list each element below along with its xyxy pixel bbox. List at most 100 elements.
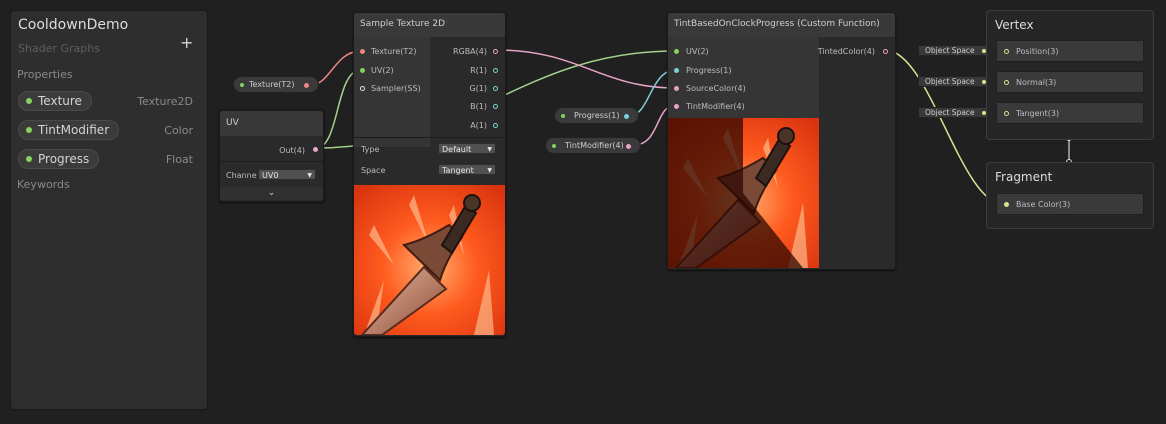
tintmodifier-property-node[interactable]: TintModifier(4) <box>545 137 641 154</box>
normal-slot[interactable]: Normal(3) <box>996 71 1144 93</box>
property-tintmodifier[interactable]: TintModifier <box>18 120 120 140</box>
input-port[interactable] <box>360 86 365 91</box>
graph-title: CooldownDemo <box>18 17 129 33</box>
property-dot-icon <box>552 143 556 148</box>
property-type: Texture2D <box>137 95 193 108</box>
properties-heading: Properties <box>17 68 73 81</box>
dropdown-value: Default <box>442 145 472 154</box>
input-port[interactable] <box>674 104 679 109</box>
property-dot-icon <box>26 127 32 133</box>
input-port[interactable] <box>360 49 365 54</box>
chip-label: Object Space <box>925 77 975 86</box>
property-type: Color <box>164 124 193 137</box>
output-port[interactable] <box>626 144 631 149</box>
dropdown-arrow-icon: ▼ <box>487 146 492 153</box>
property-name: TintModifier <box>38 123 110 137</box>
position-slot[interactable]: Position(3) <box>996 40 1144 62</box>
texture-property-node[interactable]: Texture(T2) <box>233 76 319 93</box>
output-label: B(1) <box>470 102 487 111</box>
fragment-block[interactable]: Fragment Base Color(3) <box>986 162 1154 229</box>
progress-property-node[interactable]: Progress(1) <box>554 107 639 124</box>
input-label: Sampler(SS) <box>371 84 421 93</box>
input-port[interactable] <box>1004 49 1009 54</box>
node-label: TintModifier(4) <box>565 141 624 150</box>
output-port[interactable] <box>493 123 498 128</box>
slot-label: Tangent(3) <box>1016 109 1060 118</box>
input-port[interactable] <box>1004 80 1009 85</box>
property-progress[interactable]: Progress <box>18 149 100 169</box>
tangent-slot[interactable]: Tangent(3) <box>996 102 1144 124</box>
output-label: R(1) <box>470 66 487 75</box>
wire-rgba <box>495 49 677 89</box>
output-label: G(1) <box>469 84 487 93</box>
property-dot-icon <box>26 156 32 162</box>
output-port[interactable] <box>493 86 498 91</box>
property-name: Progress <box>38 152 90 166</box>
input-label: UV(2) <box>686 47 709 56</box>
node-label: Texture(T2) <box>249 80 295 89</box>
output-port[interactable] <box>624 114 629 119</box>
type-label: Type <box>361 145 380 154</box>
texture-preview <box>354 185 505 335</box>
tinted-preview <box>668 118 819 268</box>
input-port[interactable] <box>1004 111 1009 116</box>
input-port[interactable] <box>1004 202 1009 207</box>
output-port[interactable] <box>304 83 309 88</box>
output-port[interactable] <box>493 104 498 109</box>
slot-label: Normal(3) <box>1016 78 1057 87</box>
property-type: Float <box>165 153 193 166</box>
dropdown-value: UV0 <box>262 171 279 180</box>
property-texture[interactable]: Texture <box>18 91 92 111</box>
chip-label: Object Space <box>925 46 975 55</box>
space-dropdown[interactable]: Tangent ▼ <box>438 164 496 175</box>
node-title: TintBasedOnClockProgress (Custom Functio… <box>668 13 895 37</box>
divider <box>220 161 323 162</box>
chip-label: Object Space <box>925 108 975 117</box>
graph-subtitle: Shader Graphs <box>18 42 100 55</box>
node-title: Sample Texture 2D <box>354 13 505 37</box>
dropdown-arrow-icon: ▼ <box>307 172 312 179</box>
input-port[interactable] <box>674 68 679 73</box>
property-dot-icon <box>26 98 32 104</box>
normal-space-chip[interactable]: Object Space <box>918 76 991 87</box>
slot-label: Base Color(3) <box>1016 200 1071 209</box>
output-port[interactable] <box>313 147 318 152</box>
vertex-block[interactable]: Vertex Position(3) Normal(3) Tangent(3) <box>986 10 1154 140</box>
uv-node[interactable]: UV Out(4) Channe UV0 ▼ ⌄ <box>219 110 324 202</box>
property-name: Texture <box>38 94 82 108</box>
dropdown-arrow-icon: ▼ <box>487 167 492 174</box>
vertex-title: Vertex <box>995 18 1034 32</box>
sword-tinted-image <box>668 118 819 268</box>
base-color-slot[interactable]: Base Color(3) <box>996 193 1144 215</box>
keywords-heading: Keywords <box>17 178 70 191</box>
dropdown-value: Tangent <box>442 166 474 175</box>
property-dot-icon <box>240 82 244 87</box>
input-port[interactable] <box>674 86 679 91</box>
divider <box>354 137 505 138</box>
output-port[interactable] <box>493 49 498 54</box>
add-property-button[interactable]: + <box>180 33 193 52</box>
channel-dropdown[interactable]: UV0 ▼ <box>258 169 316 180</box>
type-dropdown[interactable]: Default ▼ <box>438 143 496 154</box>
property-dot-icon <box>561 113 565 118</box>
input-port[interactable] <box>674 49 679 54</box>
input-port[interactable] <box>360 68 365 73</box>
tint-custom-function-node[interactable]: TintBasedOnClockProgress (Custom Functio… <box>667 12 896 270</box>
output-port[interactable] <box>883 49 888 54</box>
input-label: TintModifier(4) <box>686 102 745 111</box>
output-label: TintedColor(4) <box>817 47 875 56</box>
chevron-down-icon[interactable]: ⌄ <box>220 187 323 200</box>
output-label: RGBA(4) <box>452 47 487 56</box>
position-space-chip[interactable]: Object Space <box>918 45 991 56</box>
input-label: UV(2) <box>371 66 394 75</box>
input-label: Texture(T2) <box>371 47 417 56</box>
sample-texture-2d-node[interactable]: Sample Texture 2D Texture(T2) UV(2) Samp… <box>353 12 506 337</box>
channel-label: Channe <box>226 171 257 180</box>
output-label: A(1) <box>470 121 487 130</box>
tangent-space-chip[interactable]: Object Space <box>918 107 991 118</box>
node-label: Progress(1) <box>574 111 620 120</box>
sword-image <box>354 185 505 335</box>
slot-label: Position(3) <box>1016 47 1059 56</box>
output-label: Out(4) <box>279 146 305 155</box>
output-port[interactable] <box>493 68 498 73</box>
